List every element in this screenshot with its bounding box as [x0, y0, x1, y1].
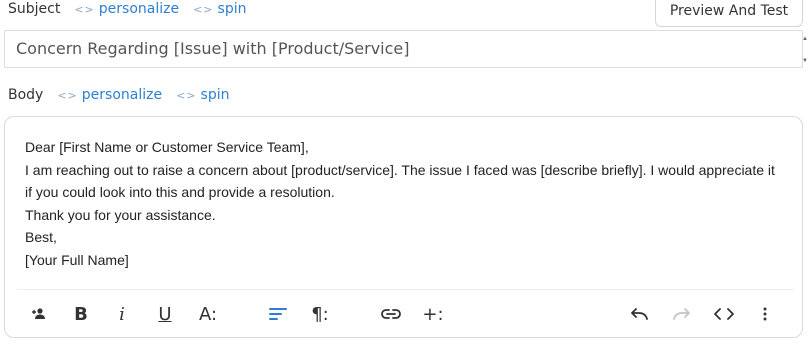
code-view-button[interactable]	[710, 301, 738, 327]
body-label: Body	[8, 87, 44, 103]
body-editor[interactable]: Dear [First Name or Customer Service Tea…	[4, 116, 803, 338]
code-icon	[714, 308, 734, 320]
redo-icon	[673, 308, 690, 320]
arrow-up-icon: ▲	[802, 36, 808, 42]
italic-button[interactable]: i	[108, 301, 136, 327]
subject-input[interactable]: Concern Regarding [Issue] with [Product/…	[4, 30, 803, 68]
subject-personalize-link[interactable]: <> personalize	[74, 1, 179, 17]
body-line: I am reaching out to raise a concern abo…	[25, 161, 775, 178]
subject-personalize-label: personalize	[98, 1, 180, 17]
code-brackets-icon: <>	[57, 88, 78, 102]
subject-label: Subject	[8, 1, 61, 17]
undo-button[interactable]	[625, 301, 653, 327]
body-personalize-link[interactable]: <> personalize	[57, 87, 162, 103]
body-line: Dear [First Name or Customer Service Tea…	[25, 139, 309, 155]
body-label-row: Body <> personalize <> spin	[8, 86, 229, 104]
body-personalize-label: personalize	[81, 87, 163, 103]
personalize-toolbar-button[interactable]	[25, 301, 53, 327]
body-line: Thank you for your assistance.	[25, 206, 216, 223]
insert-icon: +:	[422, 303, 444, 325]
arrow-down-icon: ▼	[802, 58, 808, 64]
link-button[interactable]	[377, 301, 405, 327]
undo-icon	[631, 308, 648, 320]
body-spin-label: spin	[200, 87, 230, 103]
subject-label-row: Subject <> personalize <> spin	[8, 0, 246, 18]
paragraph-button[interactable]: ¶:	[306, 301, 334, 327]
toolbar-divider	[17, 289, 794, 290]
body-line: Best,	[25, 229, 57, 245]
font-size-button[interactable]: A:	[194, 301, 222, 327]
body-spin-link[interactable]: <> spin	[176, 87, 229, 103]
code-brackets-icon: <>	[74, 2, 95, 16]
code-brackets-icon: <>	[176, 88, 197, 102]
bold-icon: B	[74, 303, 88, 325]
font-size-icon: A:	[198, 303, 218, 325]
paragraph-icon: ¶:	[311, 303, 329, 325]
underline-button[interactable]: U	[151, 301, 179, 327]
code-brackets-icon: <>	[193, 2, 214, 16]
align-left-icon	[269, 308, 287, 320]
italic-icon: i	[119, 303, 125, 325]
subject-spin-link[interactable]: <> spin	[193, 1, 246, 17]
body-text-area[interactable]: Dear [First Name or Customer Service Tea…	[25, 136, 784, 271]
preview-and-test-button[interactable]: Preview And Test	[655, 0, 803, 27]
more-options-button[interactable]	[751, 301, 779, 327]
person-add-icon	[32, 308, 45, 319]
more-vertical-icon	[763, 307, 767, 321]
underline-icon: U	[158, 303, 172, 325]
body-line: if you could look into this and provide …	[25, 184, 335, 200]
resize-handle[interactable]: ▲ ▼	[802, 36, 810, 64]
subject-spin-label: spin	[217, 1, 247, 17]
redo-button[interactable]	[668, 301, 696, 327]
body-line: [Your Full Name]	[25, 251, 129, 268]
align-button[interactable]	[264, 301, 292, 327]
link-icon	[381, 309, 401, 319]
bold-button[interactable]: B	[67, 301, 95, 327]
insert-button[interactable]: +:	[419, 301, 447, 327]
